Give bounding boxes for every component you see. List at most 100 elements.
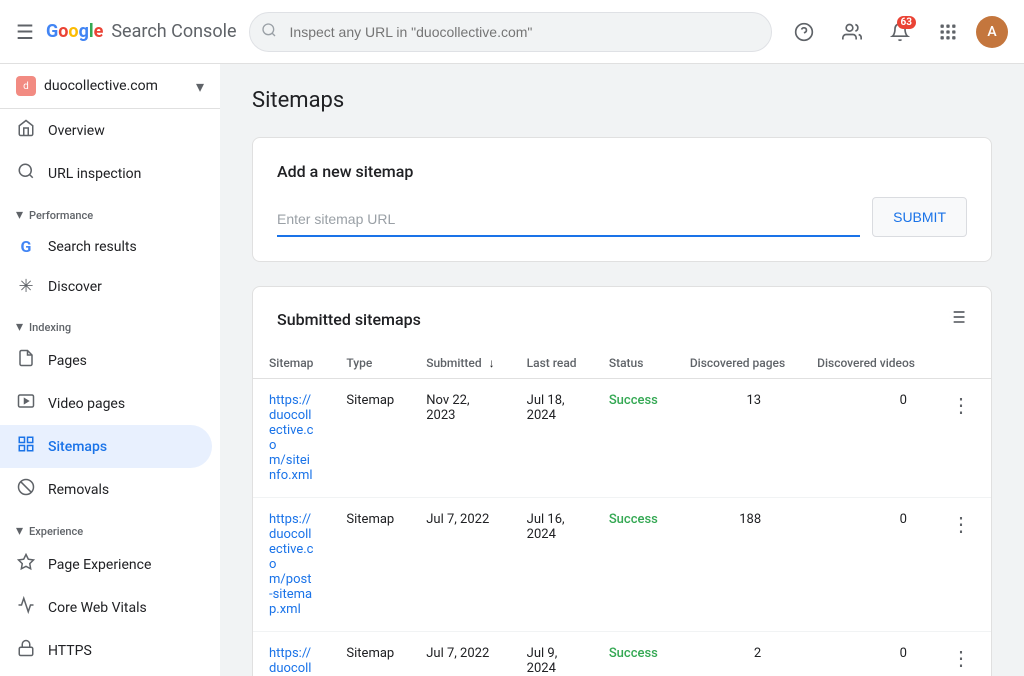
discover-label: Discover [48, 279, 102, 295]
main-content: Sitemaps Add a new sitemap SUBMIT Submit… [220, 64, 1024, 676]
topbar: ☰ Google Search Console 63 A [0, 0, 1024, 64]
col-type: Type [330, 348, 410, 379]
url-search[interactable] [249, 12, 772, 52]
col-status: Status [593, 348, 674, 379]
removals-label: Removals [48, 482, 109, 498]
property-selector[interactable]: d duocollective.com ▾ [0, 64, 220, 109]
help-button[interactable] [784, 12, 824, 52]
sidebar: d duocollective.com ▾ Overview URL inspe… [0, 64, 220, 676]
sidebar-item-page-experience[interactable]: Page Experience [0, 543, 212, 586]
row-menu-button[interactable]: ⋮ [947, 508, 975, 540]
sidebar-item-https[interactable]: HTTPS [0, 629, 212, 672]
last-read-cell: Jul 16, 2024 [511, 498, 593, 632]
row-actions-cell: ⋮ [931, 379, 991, 498]
table-row: https://duocollective.com/page-sitemap.x… [253, 632, 991, 676]
table-row: https://duocollective.com/siteinfo.xml S… [253, 379, 991, 498]
section-header-indexing[interactable]: ▾ Indexing [0, 307, 220, 339]
sitemaps-table-wrap: Sitemap Type Submitted ↓ Last read Statu… [253, 348, 991, 676]
sidebar-item-video-pages[interactable]: Video pages [0, 382, 212, 425]
sidebar-item-url-inspection[interactable]: URL inspection [0, 152, 212, 195]
pages-label: Pages [48, 353, 87, 369]
notifications-button[interactable]: 63 [880, 12, 920, 52]
submitted-title: Submitted sitemaps [277, 310, 421, 329]
filter-icon[interactable] [947, 307, 967, 332]
status-cell: Success [593, 632, 674, 676]
row-actions-cell: ⋮ [931, 632, 991, 676]
google-logo: Google Search Console [46, 21, 237, 42]
discovered-pages-cell: 13 [674, 379, 801, 498]
submitted-cell: Jul 7, 2022 [410, 498, 510, 632]
row-actions-cell: ⋮ [931, 498, 991, 632]
col-submitted[interactable]: Submitted ↓ [410, 348, 510, 379]
avatar[interactable]: A [976, 16, 1008, 48]
submitted-sitemaps-card: Submitted sitemaps Sitemap Type Submitte… [252, 286, 992, 676]
discovered-videos-cell: 0 [801, 379, 931, 498]
search-results-label: Search results [48, 239, 137, 255]
col-actions [931, 348, 991, 379]
sidebar-item-removals[interactable]: Removals [0, 468, 212, 511]
discover-icon: ✳ [16, 276, 36, 297]
sidebar-item-pages[interactable]: Pages [0, 339, 212, 382]
menu-icon[interactable]: ☰ [16, 20, 34, 44]
apps-button[interactable] [928, 12, 968, 52]
submitted-cell: Jul 7, 2022 [410, 632, 510, 676]
sidebar-item-sitemaps[interactable]: Sitemaps [0, 425, 212, 468]
url-search-input[interactable] [249, 12, 772, 52]
url-inspection-label: URL inspection [48, 166, 141, 182]
google-wordmark: Google [46, 21, 103, 42]
notification-badge: 63 [897, 16, 916, 29]
add-sitemap-card: Add a new sitemap SUBMIT [252, 137, 992, 262]
product-name-label: Search Console [111, 21, 236, 42]
pages-icon [16, 349, 36, 372]
submitted-sitemaps-header: Submitted sitemaps [253, 287, 991, 348]
topbar-actions: 63 A [784, 12, 1008, 52]
discovered-videos-cell: 0 [801, 632, 931, 676]
core-web-vitals-label: Core Web Vitals [48, 600, 147, 616]
sidebar-item-core-web-vitals[interactable]: Core Web Vitals [0, 586, 212, 629]
section-experience-label: Experience [29, 525, 83, 538]
page-experience-icon [16, 553, 36, 576]
home-icon [16, 119, 36, 142]
last-read-cell: Jul 18, 2024 [511, 379, 593, 498]
sidebar-item-search-results[interactable]: G Search results [0, 227, 212, 266]
search-small-icon [16, 162, 36, 185]
sidebar-item-overview[interactable]: Overview [0, 109, 212, 152]
sitemap-input-wrap [277, 203, 860, 237]
section-header-performance[interactable]: ▾ Performance [0, 195, 220, 227]
video-pages-label: Video pages [48, 396, 125, 412]
https-icon [16, 639, 36, 662]
col-discovered-videos: Discovered videos [801, 348, 931, 379]
discovered-pages-cell: 188 [674, 498, 801, 632]
row-menu-button[interactable]: ⋮ [947, 642, 975, 674]
sitemap-url-cell[interactable]: https://duocollective.com/post-sitemap.x… [269, 512, 313, 617]
status-cell: Success [593, 379, 674, 498]
type-cell: Sitemap [330, 498, 410, 632]
submit-button[interactable]: SUBMIT [872, 197, 967, 237]
property-icon: d [16, 76, 36, 96]
add-sitemap-row: SUBMIT [277, 197, 967, 237]
google-g-icon: G [16, 237, 36, 256]
sitemaps-table: Sitemap Type Submitted ↓ Last read Statu… [253, 348, 991, 676]
section-performance-label: Performance [29, 209, 93, 222]
sitemap-url-cell[interactable]: https://duocollective.com/page-sitemap.x… [269, 646, 314, 676]
submitted-cell: Nov 22, 2023 [410, 379, 510, 498]
add-sitemap-title: Add a new sitemap [277, 162, 967, 181]
layout: d duocollective.com ▾ Overview URL inspe… [0, 64, 1024, 676]
sidebar-item-discover[interactable]: ✳ Discover [0, 266, 212, 307]
topbar-search-icon [261, 22, 277, 42]
users-button[interactable] [832, 12, 872, 52]
section-header-experience[interactable]: ▾ Experience [0, 511, 220, 543]
core-web-vitals-icon [16, 596, 36, 619]
row-menu-button[interactable]: ⋮ [947, 389, 975, 421]
section-indexing-label: Indexing [29, 321, 71, 334]
sitemap-url-input[interactable] [277, 203, 860, 235]
sort-arrow-icon: ↓ [489, 356, 495, 370]
overview-label: Overview [48, 123, 105, 139]
video-pages-icon [16, 392, 36, 415]
section-header-shopping[interactable]: ▾ Shopping [0, 672, 220, 676]
discovered-pages-cell: 2 [674, 632, 801, 676]
table-row: https://duocollective.com/post-sitemap.x… [253, 498, 991, 632]
sitemap-url-cell[interactable]: https://duocollective.com/siteinfo.xml [269, 393, 313, 483]
type-cell: Sitemap [330, 379, 410, 498]
property-name: duocollective.com [44, 78, 188, 94]
